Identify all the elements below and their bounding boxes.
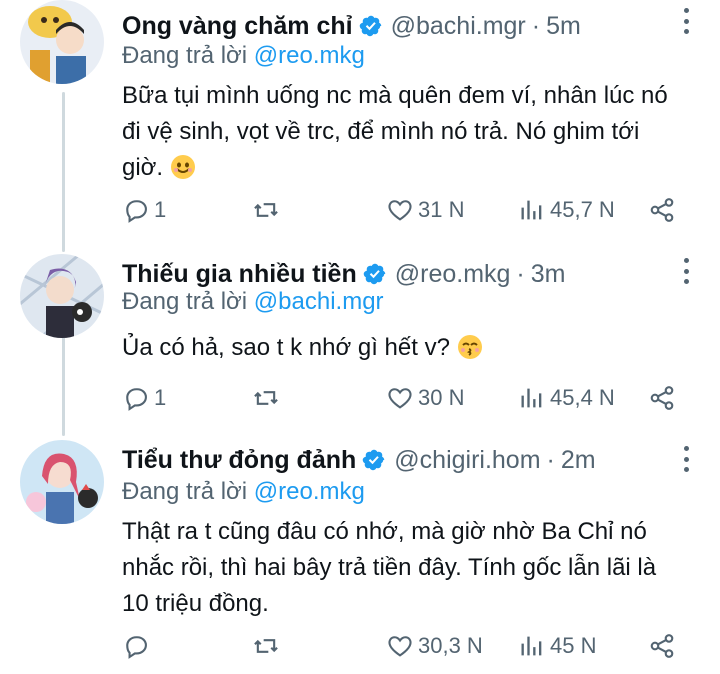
views-chart-icon bbox=[521, 200, 542, 220]
tweet-actions: 1 31 N 45,7 N bbox=[122, 194, 682, 226]
retweet-button[interactable] bbox=[252, 382, 284, 414]
share-button[interactable] bbox=[648, 194, 676, 226]
reply-icon bbox=[126, 388, 147, 411]
views-button[interactable]: 45,4 N bbox=[518, 382, 615, 414]
like-button[interactable]: 30,3 N bbox=[386, 630, 483, 662]
like-button[interactable]: 31 N bbox=[386, 194, 464, 226]
reply-button[interactable]: 1 bbox=[122, 382, 166, 414]
replying-prefix: Đang trả lời bbox=[122, 42, 254, 69]
heart-icon bbox=[388, 200, 412, 221]
user-handle[interactable]: @chigiri.hom bbox=[394, 446, 540, 475]
avatar[interactable] bbox=[20, 0, 104, 84]
tweet-text-body: Thật ra t cũng đâu có nhớ, mà giờ nhờ Ba… bbox=[122, 518, 657, 617]
tweet-text-body: Bữa tụi mình uống nc mà quên đem ví, nhâ… bbox=[122, 82, 668, 181]
verified-badge-icon bbox=[359, 15, 381, 37]
heart-icon bbox=[388, 388, 412, 409]
share-icon bbox=[650, 386, 674, 410]
verified-badge-icon bbox=[363, 263, 385, 285]
user-handle[interactable]: @reo.mkg bbox=[395, 260, 511, 289]
views-button[interactable]: 45 N bbox=[518, 630, 596, 662]
verified-badge-icon bbox=[363, 449, 385, 471]
replying-to: Đang trả lời @reo.mkg bbox=[122, 478, 365, 506]
avatar[interactable] bbox=[20, 440, 104, 524]
more-options-icon[interactable] bbox=[680, 8, 692, 34]
retweet-button[interactable] bbox=[252, 194, 284, 226]
replying-mention-link[interactable]: @reo.mkg bbox=[254, 42, 365, 69]
replying-to: Đang trả lời @reo.mkg bbox=[122, 42, 365, 70]
reply-icon bbox=[126, 200, 147, 223]
tweet-text: Bữa tụi mình uống nc mà quên đem ví, nhâ… bbox=[122, 78, 682, 186]
view-count: 45,7 N bbox=[550, 197, 615, 222]
tweet[interactable]: Ong vàng chăm chỉ @bachi.mgr · 5m Đang t… bbox=[0, 0, 720, 240]
display-name[interactable]: Thiếu gia nhiều tiền bbox=[122, 260, 357, 289]
like-count: 30 N bbox=[418, 385, 465, 410]
share-button[interactable] bbox=[648, 630, 676, 662]
more-options-icon[interactable] bbox=[680, 258, 692, 284]
retweet-icon bbox=[254, 391, 278, 405]
more-options-icon[interactable] bbox=[680, 446, 692, 472]
share-button[interactable] bbox=[648, 382, 676, 414]
view-count: 45,4 N bbox=[550, 385, 615, 410]
tweet-text-body: Ủa có hả, sao t k nhớ gì hết v? bbox=[122, 334, 457, 361]
like-count: 30,3 N bbox=[418, 633, 483, 658]
replying-prefix: Đang trả lời bbox=[122, 478, 254, 505]
views-button[interactable]: 45,7 N bbox=[518, 194, 615, 226]
separator-dot: · bbox=[546, 445, 555, 474]
timestamp[interactable]: 3m bbox=[531, 260, 566, 289]
heart-icon bbox=[388, 636, 412, 657]
retweet-button[interactable] bbox=[252, 630, 284, 662]
tweet-actions: 30,3 N 45 N bbox=[122, 630, 682, 662]
reply-button[interactable]: 1 bbox=[122, 194, 166, 226]
tweet-text: Ủa có hả, sao t k nhớ gì hết v? bbox=[122, 330, 682, 366]
tweet[interactable]: Thiếu gia nhiều tiền @reo.mkg · 3m Đang … bbox=[0, 254, 720, 430]
replying-prefix: Đang trả lời bbox=[122, 288, 254, 315]
reply-icon bbox=[126, 636, 147, 659]
retweet-icon bbox=[254, 203, 278, 217]
avatar[interactable] bbox=[20, 254, 104, 338]
separator-dot: · bbox=[531, 11, 541, 40]
view-count: 45 N bbox=[550, 633, 597, 658]
like-button[interactable]: 30 N bbox=[386, 382, 464, 414]
display-name[interactable]: Tiểu thư đỏng đảnh bbox=[122, 446, 356, 475]
reply-count: 1 bbox=[154, 385, 167, 410]
reply-button[interactable] bbox=[122, 630, 154, 662]
display-name[interactable]: Ong vàng chăm chỉ bbox=[122, 12, 353, 41]
user-handle[interactable]: @bachi.mgr bbox=[391, 12, 526, 41]
tweet[interactable]: Tiểu thư đỏng đảnh @chigiri.hom · 2m Đan… bbox=[0, 440, 720, 674]
like-count: 31 N bbox=[418, 197, 465, 222]
smiling-face-emoji bbox=[170, 155, 195, 179]
timestamp[interactable]: 2m bbox=[561, 446, 596, 475]
retweet-icon bbox=[254, 639, 278, 653]
replying-to: Đang trả lời @bachi.mgr bbox=[122, 288, 384, 316]
tweet-actions: 1 30 N 45,4 N bbox=[122, 382, 682, 414]
views-chart-icon bbox=[521, 388, 542, 408]
replying-mention-link[interactable]: @reo.mkg bbox=[254, 478, 365, 505]
separator-dot: · bbox=[516, 259, 525, 288]
reply-count: 1 bbox=[154, 197, 167, 222]
timestamp[interactable]: 5m bbox=[546, 12, 581, 41]
replying-mention-link[interactable]: @bachi.mgr bbox=[254, 288, 384, 315]
tweet-text: Thật ra t cũng đâu có nhớ, mà giờ nhờ Ba… bbox=[122, 514, 682, 622]
share-icon bbox=[650, 634, 674, 658]
kissing-face-emoji bbox=[457, 335, 482, 359]
share-icon bbox=[650, 198, 674, 222]
views-chart-icon bbox=[521, 636, 542, 656]
